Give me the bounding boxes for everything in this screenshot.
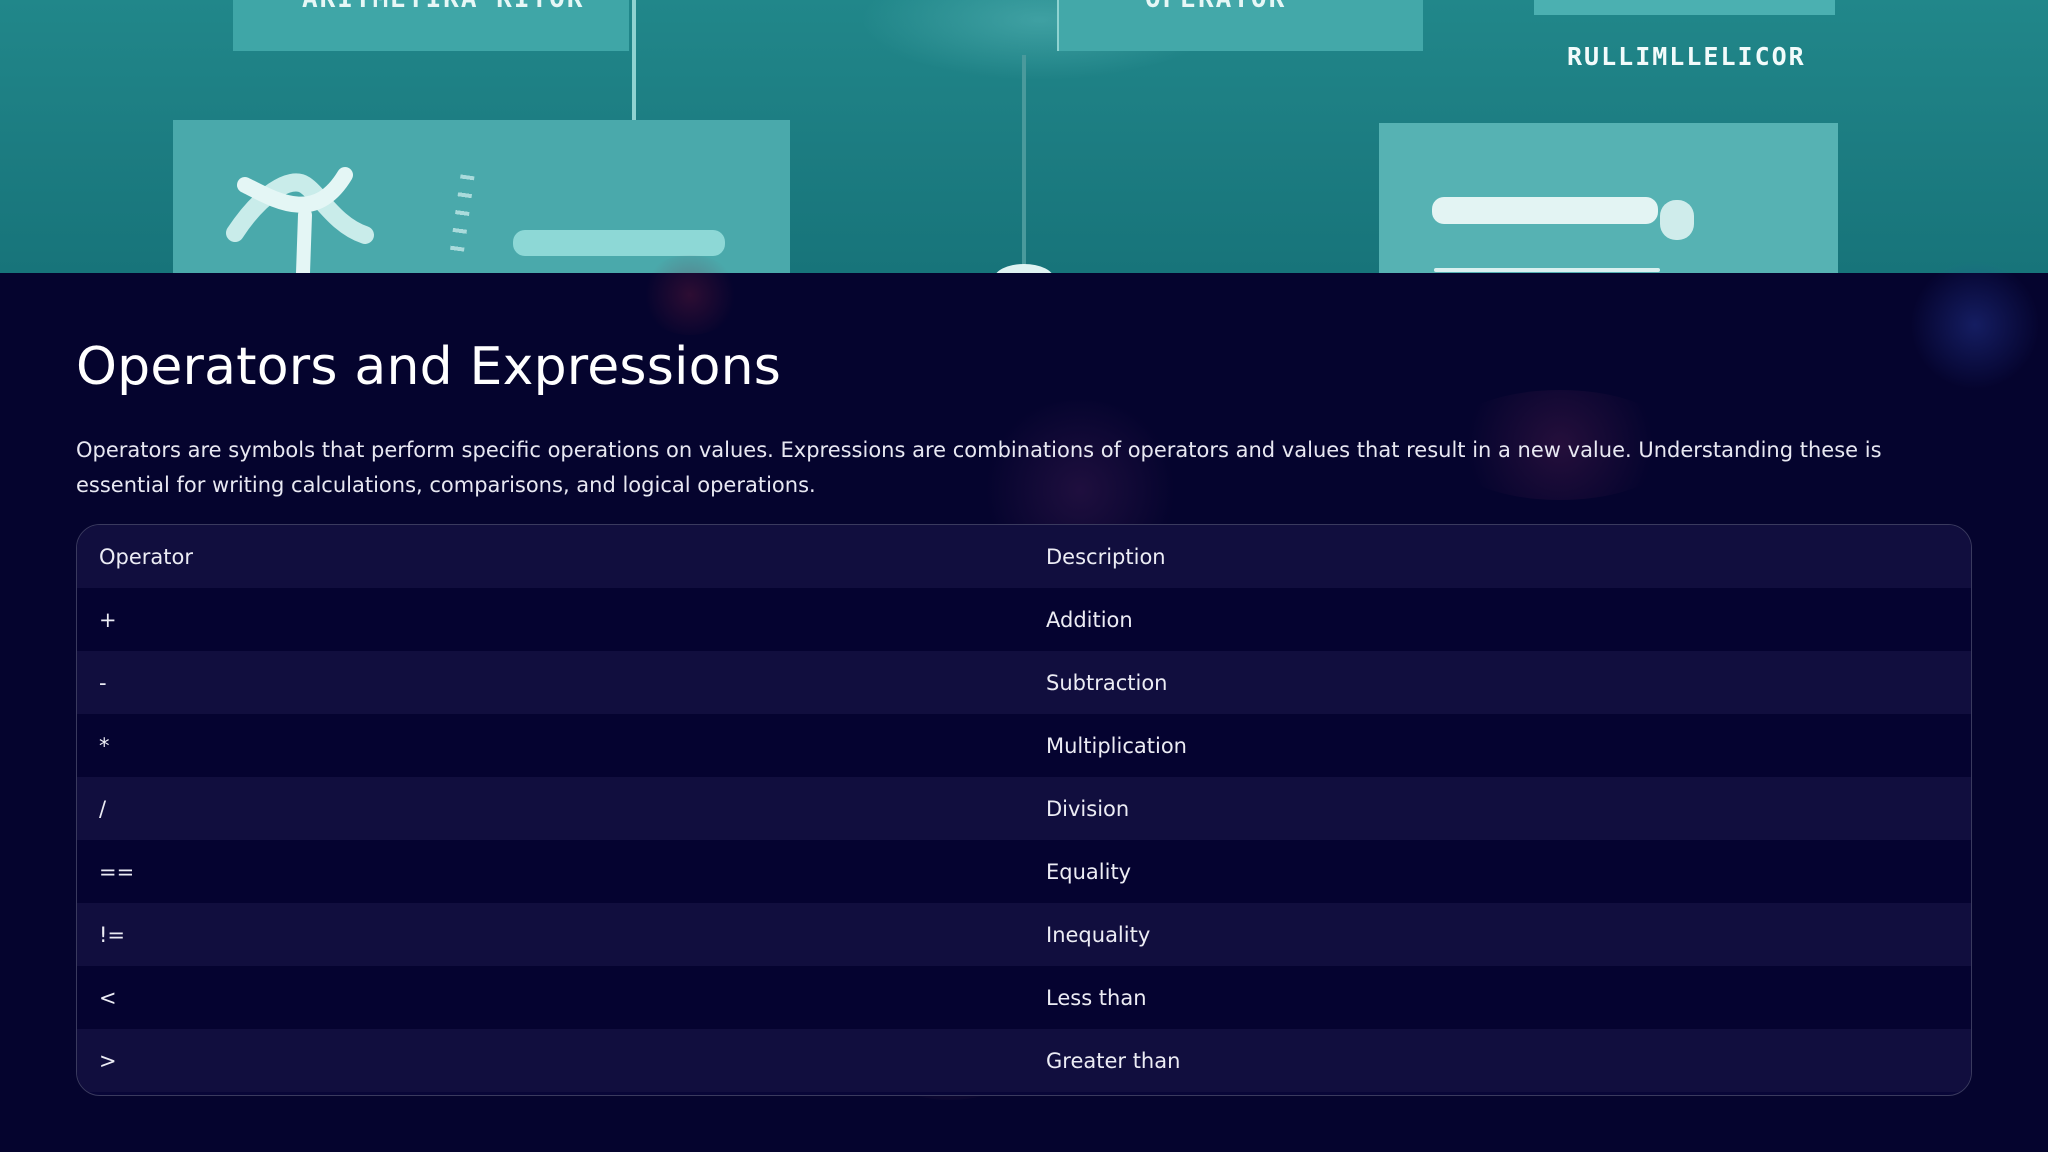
table-row: < Less than — [77, 966, 1971, 1029]
operator-cell: * — [99, 733, 110, 758]
table-row: != Inequality — [77, 903, 1971, 966]
hero-cross-icon — [226, 167, 374, 273]
hero-node — [994, 264, 1054, 273]
table-row: * Multiplication — [77, 714, 1971, 777]
table-row: == Equality — [77, 840, 1971, 903]
description-cell: Division — [1046, 796, 1130, 821]
column-header-operator: Operator — [99, 544, 193, 569]
description-cell: Equality — [1046, 859, 1132, 884]
table-row: > Greater than — [77, 1029, 1971, 1092]
operators-table: Operator Description + Addition - Subtra… — [76, 524, 1972, 1096]
table-row: - Subtraction — [77, 651, 1971, 714]
table-row: / Division — [77, 777, 1971, 840]
hero-box — [1534, 0, 1835, 15]
operator-cell: != — [99, 922, 126, 947]
operator-cell: > — [99, 1048, 117, 1073]
hero-connector — [1022, 55, 1026, 273]
operator-cell: == — [99, 859, 135, 884]
description-cell: Addition — [1046, 607, 1133, 632]
description-cell: Multiplication — [1046, 733, 1187, 758]
operator-cell: < — [99, 985, 117, 1010]
hero-bar — [1434, 268, 1660, 272]
operator-cell: + — [99, 607, 117, 632]
hero-illustration: ARITMETIKA RITOR OPERATOR RULLIMLLELICOR — [0, 0, 2048, 273]
hero-connector — [632, 0, 636, 120]
column-header-description: Description — [1046, 544, 1166, 569]
operator-cell: / — [99, 796, 107, 821]
description-cell: Greater than — [1046, 1048, 1181, 1073]
hero-label: RULLIMLLELICOR — [1567, 42, 1806, 71]
hero-bar — [513, 230, 725, 256]
table-header-row: Operator Description — [77, 525, 1971, 588]
hero-bar — [1432, 197, 1658, 224]
description-cell: Inequality — [1046, 922, 1151, 947]
hero-label: ARITMETIKA RITOR — [302, 0, 584, 14]
hero-connector — [1057, 0, 1059, 51]
page: ARITMETIKA RITOR OPERATOR RULLIMLLELICOR… — [0, 0, 2048, 1152]
operators-table-grid: Operator Description + Addition - Subtra… — [77, 525, 1971, 1092]
description-cell: Less than — [1046, 985, 1147, 1010]
hero-label: OPERATOR — [1145, 0, 1286, 14]
table-row: + Addition — [77, 588, 1971, 651]
page-title: Operators and Expressions — [76, 337, 782, 397]
intro-paragraph: Operators are symbols that perform speci… — [76, 438, 1882, 497]
operator-cell: - — [99, 670, 107, 695]
description-cell: Subtraction — [1046, 670, 1168, 695]
ambient-glow — [1910, 260, 2040, 390]
hero-bar — [1660, 200, 1694, 240]
